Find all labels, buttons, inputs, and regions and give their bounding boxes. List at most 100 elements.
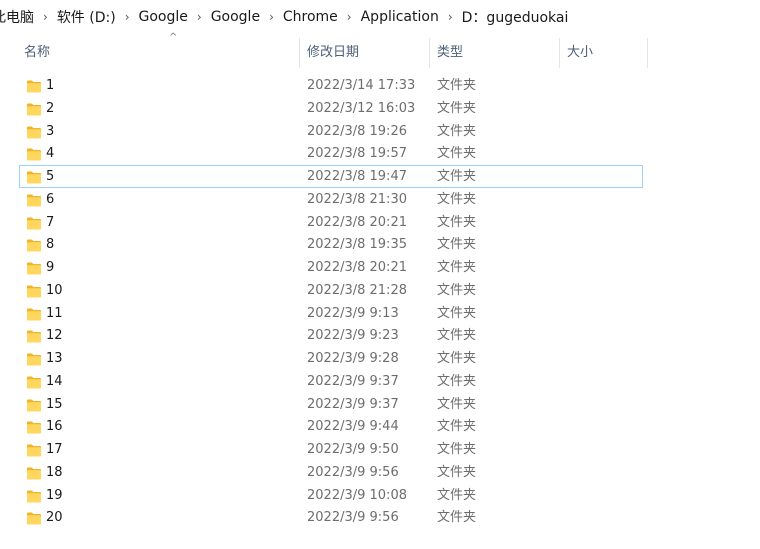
file-type: 文件夹 (437, 328, 477, 343)
file-modified-date: 2022/3/8 21:28 (307, 283, 407, 298)
folder-icon (27, 353, 41, 366)
file-name: 18 (46, 465, 63, 480)
file-name: 20 (46, 510, 63, 525)
file-type: 文件夹 (437, 78, 477, 93)
file-name: 12 (46, 328, 63, 343)
file-modified-date: 2022/3/14 17:33 (307, 78, 416, 93)
file-type: 文件夹 (437, 237, 477, 252)
file-type: 文件夹 (437, 283, 477, 298)
folder-icon (27, 285, 41, 298)
file-row[interactable]: 18 2022/3/9 9:56 文件夹 (19, 461, 643, 484)
folder-icon (27, 467, 41, 480)
file-row[interactable]: 17 2022/3/9 9:50 文件夹 (19, 438, 643, 461)
file-row[interactable]: 12 2022/3/9 9:23 文件夹 (19, 324, 643, 347)
folder-icon (27, 126, 41, 139)
file-modified-date: 2022/3/8 20:21 (307, 215, 407, 230)
file-modified-date: 2022/3/8 19:57 (307, 146, 407, 161)
column-date-label: 修改日期 (307, 45, 360, 60)
file-row[interactable]: 15 2022/3/9 9:37 文件夹 (19, 393, 643, 416)
file-modified-date: 2022/3/9 9:37 (307, 374, 399, 389)
file-name: 15 (46, 397, 63, 412)
column-header-type[interactable]: 类型 (430, 38, 559, 68)
file-modified-date: 2022/3/12 16:03 (307, 101, 416, 116)
file-name: 10 (46, 283, 63, 298)
file-name: 13 (46, 351, 63, 366)
file-type: 文件夹 (437, 101, 477, 116)
breadcrumb-item[interactable]: 此电脑 (0, 7, 38, 27)
folder-icon (27, 308, 41, 321)
file-row[interactable]: 14 2022/3/9 9:37 文件夹 (19, 370, 643, 393)
file-row[interactable]: 7 2022/3/8 20:21 文件夹 (19, 211, 643, 234)
file-modified-date: 2022/3/9 9:37 (307, 397, 399, 412)
column-header: 名称 ^ 修改日期 类型 大小 (0, 32, 760, 68)
column-header-date[interactable]: 修改日期 (300, 38, 429, 68)
folder-icon (27, 239, 41, 252)
file-row[interactable]: 11 2022/3/9 9:13 文件夹 (19, 302, 643, 325)
file-type: 文件夹 (437, 465, 477, 480)
file-row[interactable]: 16 2022/3/9 9:44 文件夹 (19, 415, 643, 438)
folder-icon (27, 376, 41, 389)
file-row[interactable]: 4 2022/3/8 19:57 文件夹 (19, 142, 643, 165)
file-row[interactable]: 6 2022/3/8 21:30 文件夹 (19, 188, 643, 211)
file-type: 文件夹 (437, 260, 477, 275)
column-size-label: 大小 (567, 45, 594, 60)
file-row[interactable]: 19 2022/3/9 10:08 文件夹 (19, 484, 643, 507)
folder-icon (27, 330, 41, 343)
chevron-right-icon[interactable]: › (443, 10, 458, 24)
breadcrumb-item[interactable]: Chrome (279, 9, 342, 25)
file-row[interactable]: 2 2022/3/12 16:03 文件夹 (19, 97, 643, 120)
file-modified-date: 2022/3/9 9:23 (307, 328, 399, 343)
file-type: 文件夹 (437, 351, 477, 366)
column-divider[interactable] (647, 38, 648, 68)
chevron-right-icon[interactable]: › (120, 10, 135, 24)
chevron-right-icon[interactable]: › (342, 10, 357, 24)
file-row[interactable]: 10 2022/3/8 21:28 文件夹 (19, 279, 643, 302)
folder-icon (27, 80, 41, 93)
file-modified-date: 2022/3/9 9:56 (307, 510, 399, 525)
breadcrumb-item[interactable]: Application (357, 9, 443, 25)
file-row[interactable]: 1 2022/3/14 17:33 文件夹 (19, 74, 643, 97)
breadcrumb-item[interactable]: 软件 (D:) (53, 7, 120, 27)
breadcrumb-item[interactable]: D：gugeduokai (458, 7, 573, 27)
file-row[interactable]: 3 2022/3/8 19:26 文件夹 (19, 120, 643, 143)
file-row[interactable]: 13 2022/3/9 9:28 文件夹 (19, 347, 643, 370)
file-type: 文件夹 (437, 397, 477, 412)
column-name-label: 名称 (24, 45, 51, 60)
column-header-size[interactable]: 大小 (560, 38, 647, 68)
file-modified-date: 2022/3/8 20:21 (307, 260, 407, 275)
file-row[interactable]: 9 2022/3/8 20:21 文件夹 (19, 256, 643, 279)
file-type: 文件夹 (437, 306, 477, 321)
breadcrumb-item[interactable]: Google (207, 9, 264, 25)
column-header-name[interactable]: 名称 ^ (17, 32, 299, 68)
file-type: 文件夹 (437, 169, 477, 184)
file-row[interactable]: 20 2022/3/9 9:56 文件夹 (19, 506, 643, 529)
folder-icon (27, 103, 41, 116)
chevron-right-icon[interactable]: › (264, 10, 279, 24)
folder-icon (27, 148, 41, 161)
file-modified-date: 2022/3/9 9:28 (307, 351, 399, 366)
file-type: 文件夹 (437, 192, 477, 207)
folder-icon (27, 217, 41, 230)
file-modified-date: 2022/3/8 21:30 (307, 192, 407, 207)
file-name: 1 (46, 78, 55, 93)
file-name: 6 (46, 192, 55, 207)
chevron-right-icon[interactable]: › (192, 10, 207, 24)
file-name: 8 (46, 237, 55, 252)
file-name: 2 (46, 101, 55, 116)
file-modified-date: 2022/3/9 9:13 (307, 306, 399, 321)
file-name: 5 (46, 169, 55, 184)
breadcrumb: 此电脑›软件 (D:)›Google›Google›Chrome›Applica… (0, 0, 760, 34)
file-row[interactable]: 8 2022/3/8 19:35 文件夹 (19, 233, 643, 256)
folder-icon (27, 262, 41, 275)
folder-icon (27, 399, 41, 412)
file-name: 4 (46, 146, 55, 161)
file-modified-date: 2022/3/8 19:35 (307, 237, 407, 252)
breadcrumb-item[interactable]: Google (135, 9, 192, 25)
file-name: 7 (46, 215, 55, 230)
sort-ascending-icon: ^ (169, 32, 178, 43)
column-type-label: 类型 (437, 45, 464, 60)
file-type: 文件夹 (437, 419, 477, 434)
chevron-right-icon[interactable]: › (38, 10, 53, 24)
file-row[interactable]: 5 2022/3/8 19:47 文件夹 (19, 165, 643, 188)
file-modified-date: 2022/3/9 9:50 (307, 442, 399, 457)
